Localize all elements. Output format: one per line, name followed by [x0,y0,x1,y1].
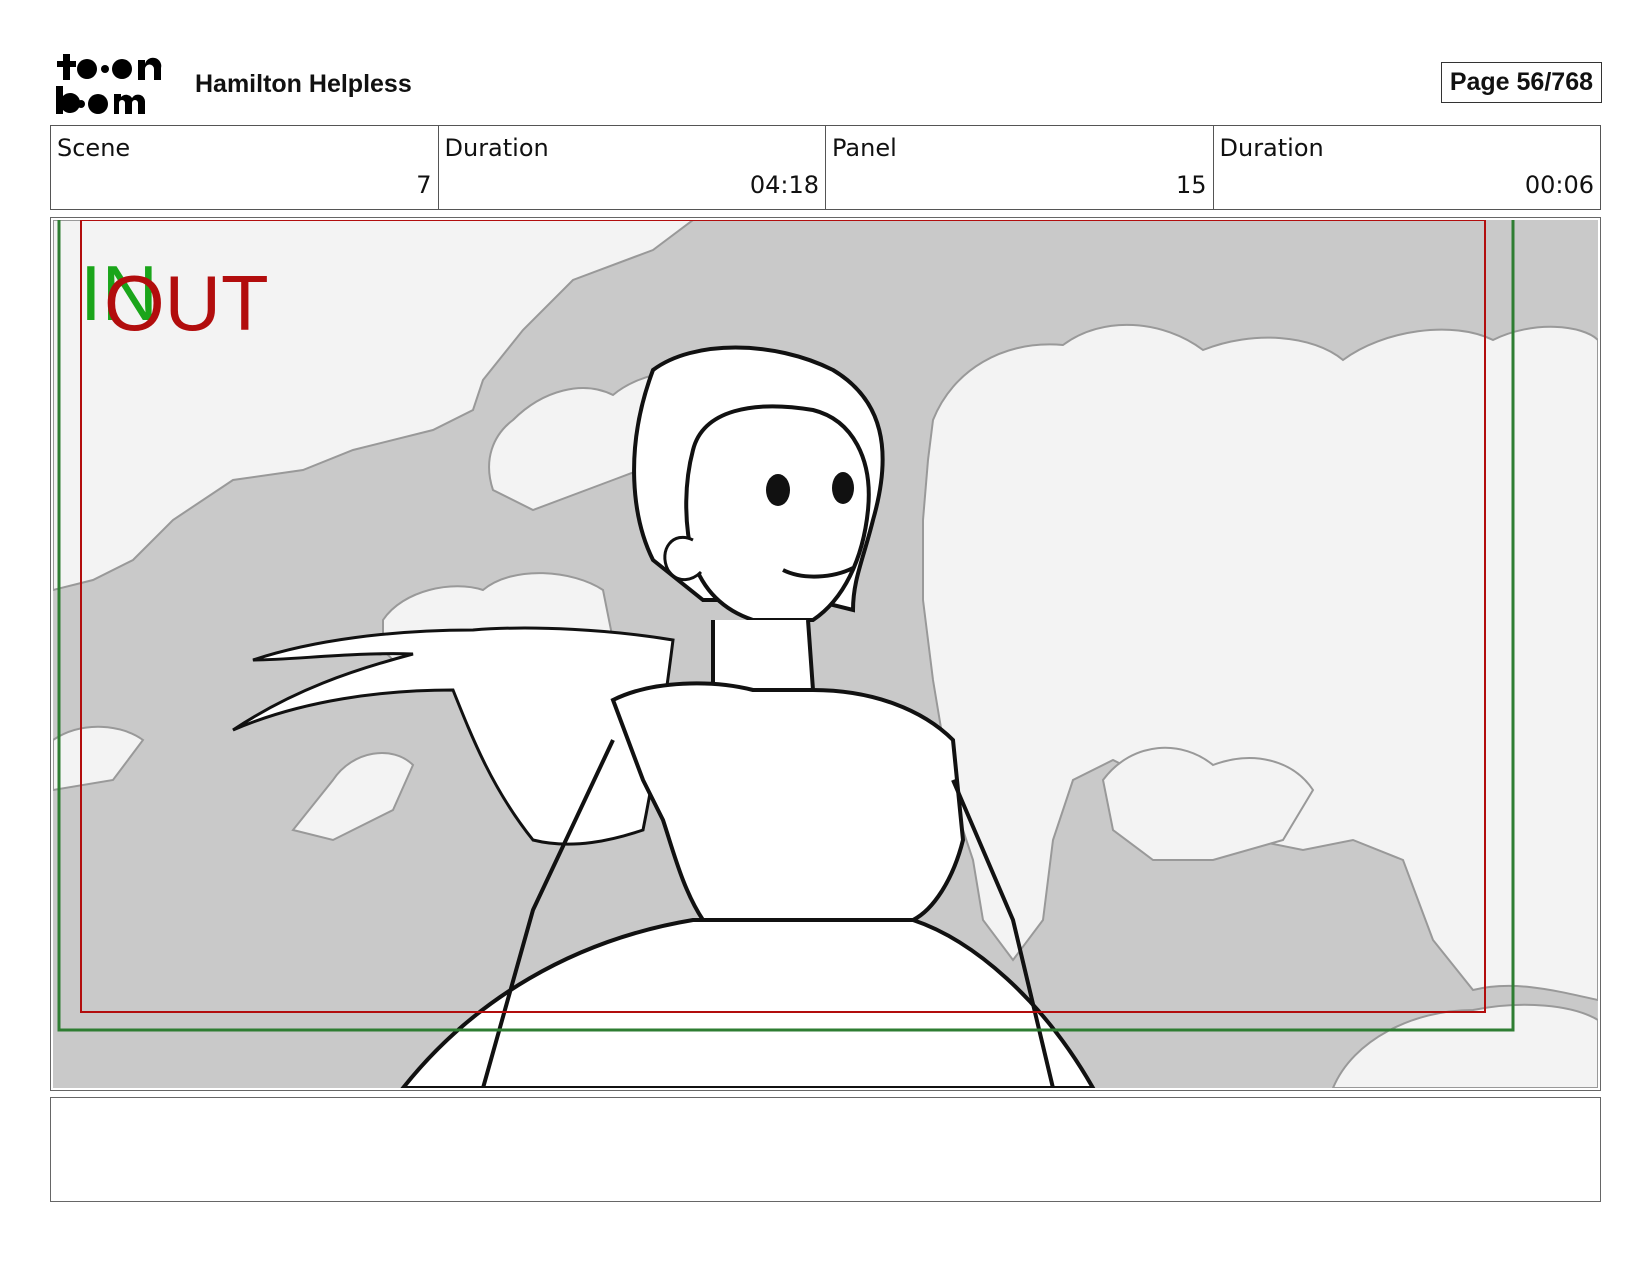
scene-duration-cell: Duration 04:18 [439,126,826,209]
left-eye [766,474,790,506]
panel-duration-label: Duration [1219,134,1324,162]
panel-value: 15 [1175,171,1207,199]
project-title: Hamilton Helpless [195,70,412,98]
page-indicator: Page 56/768 [1440,62,1602,103]
scene-duration-value: 04:18 [749,171,819,199]
face [684,404,871,622]
scene-label: Scene [57,134,131,162]
panel-notes-box [50,1097,1601,1202]
page-value: 56/768 [1516,68,1593,96]
neck [711,619,816,692]
scene-cell: Scene 7 [51,126,439,209]
panel-label: Panel [832,134,897,162]
out-marker: OUT [104,259,269,347]
page-label: Page [1449,68,1510,96]
scene-value: 7 [416,171,432,199]
panel-duration-cell: Duration 00:06 [1214,126,1601,209]
panel-duration-value: 00:06 [1524,171,1594,199]
panel-cell: Panel 15 [826,126,1214,209]
scene-duration-label: Duration [444,134,549,162]
right-eye [832,472,854,504]
storyboard-panel-drawing [53,220,1598,1088]
toon-boom-logo [56,54,162,114]
scene-info-table: Scene 7 Duration 04:18 Panel 15 Duration… [50,125,1601,210]
